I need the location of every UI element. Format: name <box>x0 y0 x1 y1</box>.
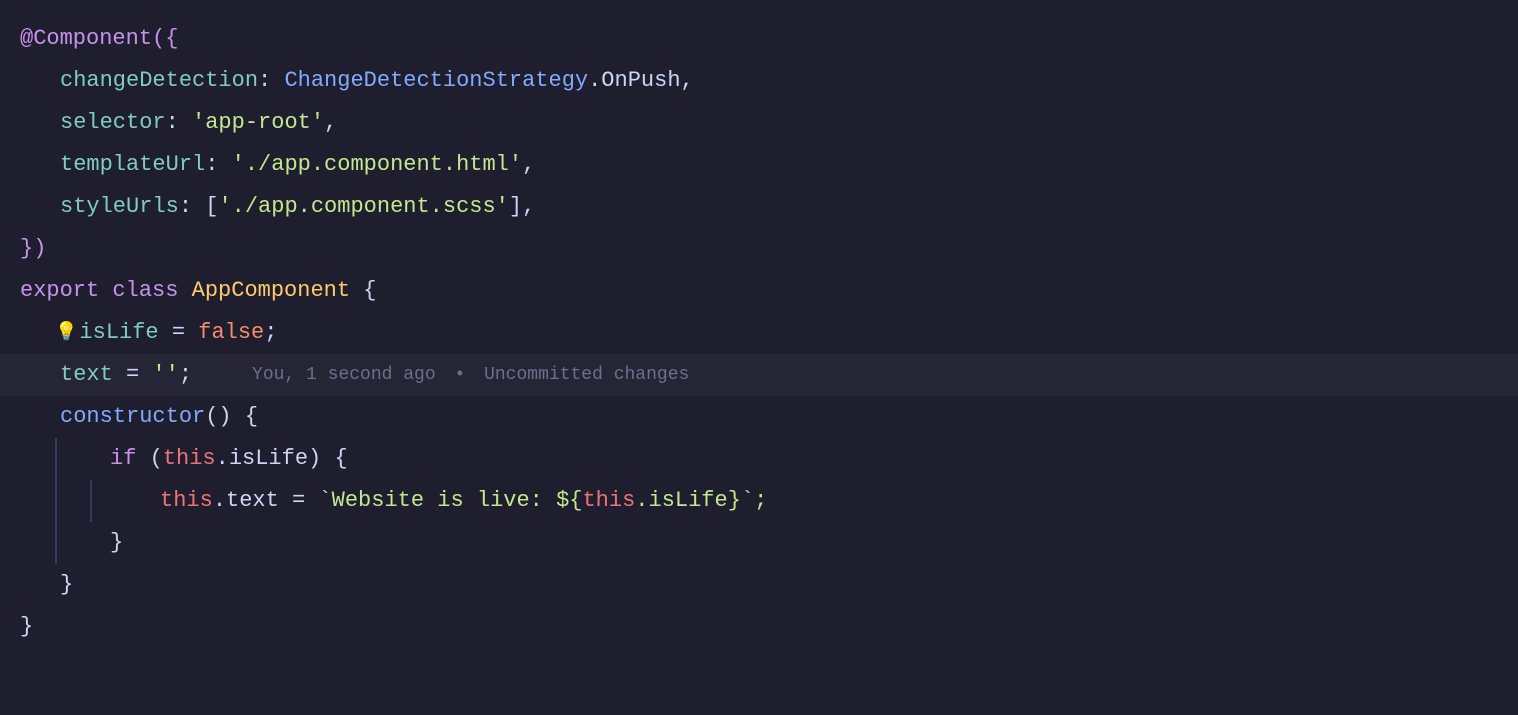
token-property-islife: isLife <box>79 315 158 350</box>
token-colon: : <box>258 63 284 98</box>
token-paren-brace: () { <box>205 399 258 434</box>
token-this-1: this <box>163 441 216 476</box>
code-line-14: } <box>0 564 1518 606</box>
token-brace-open: { <box>363 273 376 308</box>
token-key: styleUrls <box>60 189 179 224</box>
code-line-10: constructor() { <box>0 396 1518 438</box>
token-keyword-class: class <box>112 273 191 308</box>
code-line-3: selector: 'app-root', <box>0 102 1518 144</box>
code-line-5: styleUrls: ['./app.component.scss'], <box>0 186 1518 228</box>
code-line-7: export class AppComponent { <box>0 270 1518 312</box>
code-line-8: 💡isLife = false; <box>0 312 1518 354</box>
token-string: 'app-root' <box>192 105 324 140</box>
token-string: './app.component.html' <box>232 147 522 182</box>
token-this-3: this <box>582 483 635 518</box>
token-decorator: @Component({ <box>20 21 178 56</box>
code-line-15: } <box>0 606 1518 648</box>
code-line-11: if (this.isLife) { <box>0 438 1518 480</box>
git-blame-text: You, 1 second ago • Uncommitted changes <box>252 361 689 390</box>
token-comma: , <box>324 105 337 140</box>
code-editor: @Component({ changeDetection: ChangeDete… <box>0 0 1518 715</box>
indent-guide-3 <box>90 480 92 522</box>
token-brace: }) <box>20 231 46 266</box>
token-semi-2: ; <box>179 357 192 392</box>
token-bracket: ], <box>509 189 535 224</box>
token-key: selector <box>60 105 166 140</box>
token-boolean: false <box>198 315 264 350</box>
token-keyword-export: export <box>20 273 112 308</box>
token-colon: : [ <box>179 189 219 224</box>
code-line-1: @Component({ <box>0 18 1518 60</box>
token-if: if <box>110 441 150 476</box>
token-paren-open: ( <box>150 441 163 476</box>
token-class-name-app: AppComponent <box>192 273 364 308</box>
code-line-13: } <box>0 522 1518 564</box>
token-equals: = <box>159 315 199 350</box>
token-string: './app.component.scss' <box>218 189 508 224</box>
token-colon: : <box>205 147 231 182</box>
code-line-2: changeDetection: ChangeDetectionStrategy… <box>0 60 1518 102</box>
token-comma: , <box>522 147 535 182</box>
indent-guide-2 <box>55 480 57 522</box>
token-template-start: `Website is live: ${ <box>318 483 582 518</box>
indent-guide-4 <box>55 522 57 564</box>
git-blame-dot: • <box>454 365 465 385</box>
token-key: templateUrl <box>60 147 205 182</box>
token-colon: : <box>166 105 192 140</box>
token-dot-islife: .isLife) { <box>216 441 348 476</box>
code-line-9: text = ''; You, 1 second ago • Uncommitt… <box>0 354 1518 396</box>
token-this-2: this <box>160 483 213 518</box>
code-line-6: }) <box>0 228 1518 270</box>
token-template-end: .isLife} <box>635 483 741 518</box>
token-brace-close-2: } <box>60 567 73 602</box>
token-class-name: ChangeDetectionStrategy <box>284 63 588 98</box>
code-line-4: templateUrl: './app.component.html', <box>0 144 1518 186</box>
token-brace-close-3: } <box>20 609 33 644</box>
token-constructor: constructor <box>60 399 205 434</box>
token-brace-close-1: } <box>110 525 123 560</box>
token-empty-string: '' <box>152 357 178 392</box>
token-equals-2: = <box>113 357 153 392</box>
token-key: changeDetection <box>60 63 258 98</box>
token-semi: ; <box>264 315 277 350</box>
code-line-12: this.text = `Website is live: ${this.isL… <box>0 480 1518 522</box>
token-template-close: `; <box>741 483 767 518</box>
token-dot-text: .text = <box>213 483 319 518</box>
token-dot-value: .OnPush, <box>588 63 694 98</box>
token-property-text: text <box>60 357 113 392</box>
lightbulb-icon: 💡 <box>55 319 77 348</box>
indent-guide-1 <box>55 438 57 480</box>
